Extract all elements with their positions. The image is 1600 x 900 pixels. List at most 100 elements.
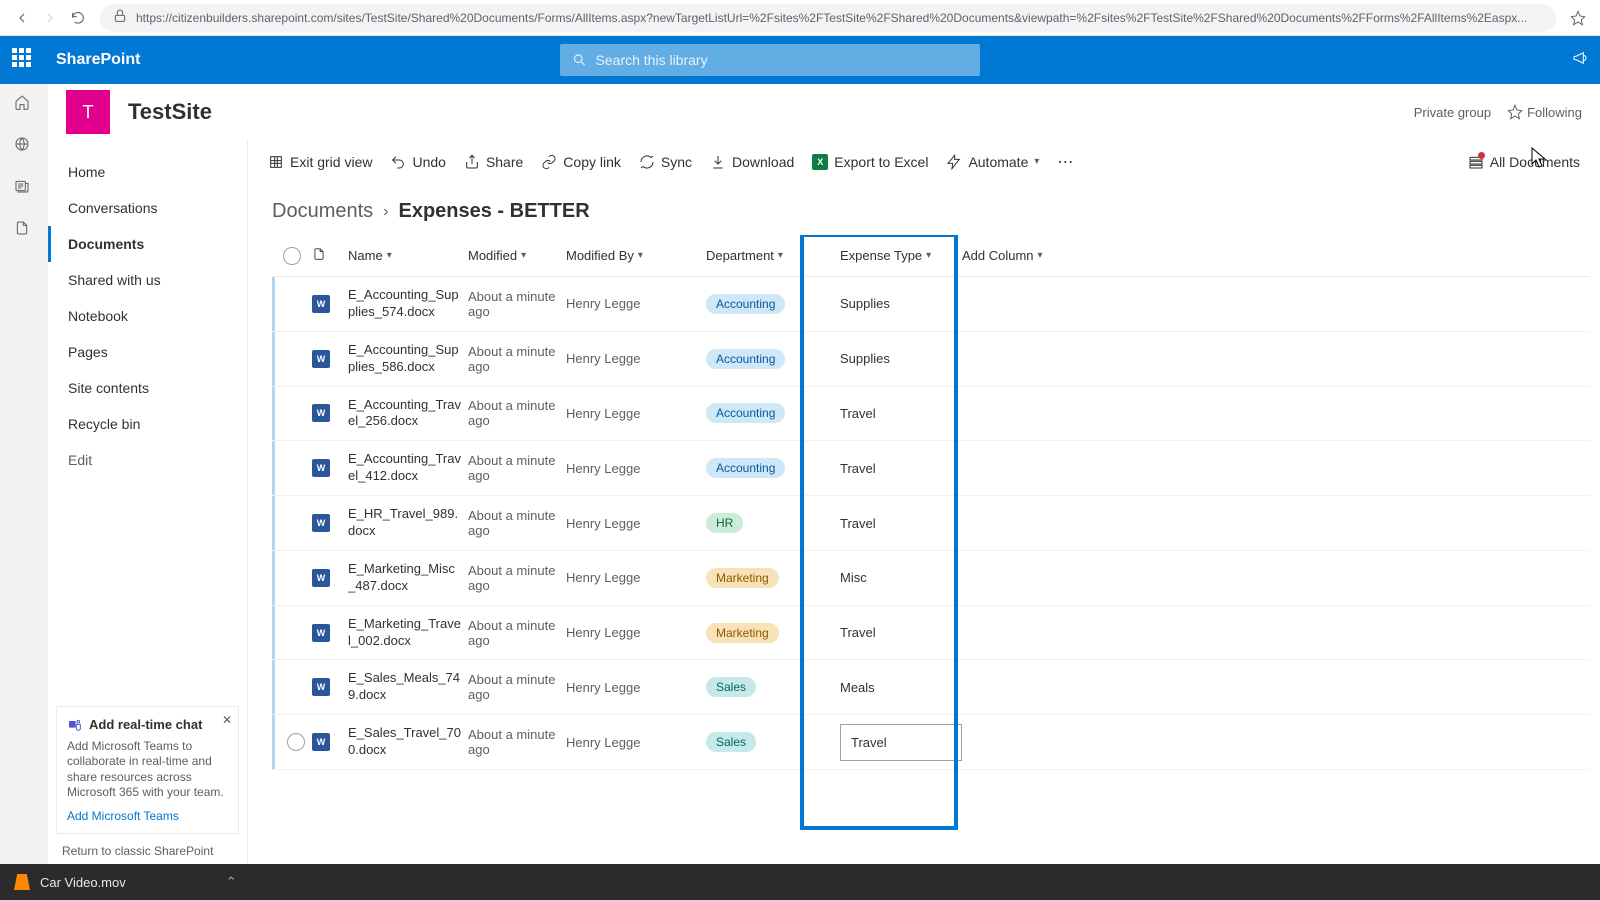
table-row[interactable]: W E_Accounting_Supplies_574.docx About a… xyxy=(272,277,1590,332)
department-cell[interactable]: Marketing xyxy=(706,568,824,588)
expense-type-cell[interactable]: Meals xyxy=(824,680,962,695)
department-cell[interactable]: Accounting xyxy=(706,403,824,423)
select-all-toggle[interactable] xyxy=(272,247,312,265)
modified-by-cell: Henry Legge xyxy=(566,680,706,695)
automate-button[interactable]: Automate▾ xyxy=(946,154,1039,170)
expense-type-cell[interactable]: Travel xyxy=(824,461,962,476)
expense-type-cell[interactable]: Misc xyxy=(824,570,962,585)
expense-type-cell[interactable]: Supplies xyxy=(824,296,962,311)
file-name[interactable]: E_Marketing_Travel_002.docx xyxy=(348,606,468,660)
column-header-name[interactable]: Name▾ xyxy=(348,248,468,263)
copy-link-button[interactable]: Copy link xyxy=(541,154,621,170)
table-row[interactable]: W E_Sales_Travel_700.docx About a minute… xyxy=(272,715,1590,770)
classic-sharepoint-link[interactable]: Return to classic SharePoint xyxy=(62,844,213,858)
expense-type-cell[interactable]: Travel xyxy=(824,724,962,761)
table-row[interactable]: W E_Sales_Meals_749.docx About a minute … xyxy=(272,660,1590,715)
expense-type-cell-editing[interactable]: Travel xyxy=(840,724,962,761)
column-header-modified[interactable]: Modified▾ xyxy=(468,248,566,263)
file-type-column-icon[interactable] xyxy=(312,247,348,264)
expense-type-cell[interactable]: Travel xyxy=(824,625,962,640)
search-input[interactable] xyxy=(596,52,969,68)
file-name[interactable]: E_Sales_Meals_749.docx xyxy=(348,660,468,714)
department-cell[interactable]: Accounting xyxy=(706,294,824,314)
add-teams-link[interactable]: Add Microsoft Teams xyxy=(67,809,228,823)
close-icon[interactable]: ✕ xyxy=(222,713,232,727)
file-name[interactable]: E_Marketing_Misc_487.docx xyxy=(348,551,468,605)
app-launcher-icon[interactable] xyxy=(12,48,36,72)
undo-button[interactable]: Undo xyxy=(390,154,445,170)
sharepoint-brand[interactable]: SharePoint xyxy=(56,51,140,69)
table-row[interactable]: W E_Accounting_Supplies_586.docx About a… xyxy=(272,332,1590,387)
modified-cell: About a minute ago xyxy=(468,618,566,648)
browser-url-bar[interactable]: https://citizenbuilders.sharepoint.com/s… xyxy=(100,4,1556,32)
file-name[interactable]: E_Accounting_Supplies_586.docx xyxy=(348,332,468,386)
share-button[interactable]: Share xyxy=(464,154,523,170)
department-cell[interactable]: Marketing xyxy=(706,623,824,643)
table-row[interactable]: W E_Marketing_Travel_002.docx About a mi… xyxy=(272,606,1590,661)
follow-button[interactable]: Following xyxy=(1507,104,1582,120)
browser-forward-button[interactable] xyxy=(36,4,64,32)
table-row[interactable]: W E_Marketing_Misc_487.docx About a minu… xyxy=(272,551,1590,606)
site-logo[interactable]: T xyxy=(66,90,110,134)
file-type-icon: W xyxy=(312,459,348,477)
file-name[interactable]: E_Accounting_Travel_412.docx xyxy=(348,441,468,495)
column-header-department[interactable]: Department▾ xyxy=(706,248,824,263)
row-select[interactable] xyxy=(279,733,312,751)
browser-back-button[interactable] xyxy=(8,4,36,32)
department-cell[interactable]: Accounting xyxy=(706,458,824,478)
expense-type-cell[interactable]: Travel xyxy=(824,406,962,421)
nav-item-home[interactable]: Home xyxy=(48,154,247,190)
nav-item-shared-with-us[interactable]: Shared with us xyxy=(48,262,247,298)
file-name[interactable]: E_HR_Travel_989.docx xyxy=(348,496,468,550)
modified-cell: About a minute ago xyxy=(468,508,566,538)
export-excel-button[interactable]: XExport to Excel xyxy=(812,154,928,170)
department-cell[interactable]: Accounting xyxy=(706,349,824,369)
file-name[interactable]: E_Sales_Travel_700.docx xyxy=(348,715,468,769)
nav-item-pages[interactable]: Pages xyxy=(48,334,247,370)
grid-header-row: Name▾ Modified▾ Modified By▾ Department▾… xyxy=(272,235,1590,277)
department-cell[interactable]: Sales xyxy=(706,732,824,752)
nav-item-recycle-bin[interactable]: Recycle bin xyxy=(48,406,247,442)
browser-reload-button[interactable] xyxy=(64,4,92,32)
department-cell[interactable]: HR xyxy=(706,513,824,533)
modified-by-cell: Henry Legge xyxy=(566,351,706,366)
more-button[interactable]: ⋯ xyxy=(1057,152,1073,172)
file-name[interactable]: E_Accounting_Supplies_574.docx xyxy=(348,277,468,331)
file-type-icon: W xyxy=(312,678,348,696)
expense-type-cell[interactable]: Travel xyxy=(824,516,962,531)
add-column-button[interactable]: Add Column▾ xyxy=(962,248,1082,263)
download-button[interactable]: Download xyxy=(710,154,794,170)
column-header-modified-by[interactable]: Modified By▾ xyxy=(566,248,706,263)
nav-item-edit[interactable]: Edit xyxy=(48,442,247,478)
chevron-up-icon[interactable]: ⌃ xyxy=(226,874,237,890)
site-name[interactable]: TestSite xyxy=(128,99,212,125)
nav-item-conversations[interactable]: Conversations xyxy=(48,190,247,226)
expense-type-cell[interactable]: Supplies xyxy=(824,351,962,366)
file-type-icon: W xyxy=(312,624,348,642)
chevron-down-icon: ▾ xyxy=(638,250,643,261)
column-header-expense-type[interactable]: Expense Type▾ xyxy=(824,248,962,263)
news-icon[interactable] xyxy=(14,178,34,198)
bookmark-star-icon[interactable] xyxy=(1564,10,1592,26)
modified-by-cell: Henry Legge xyxy=(566,516,706,531)
home-icon[interactable] xyxy=(14,94,34,114)
table-row[interactable]: W E_Accounting_Travel_256.docx About a m… xyxy=(272,387,1590,442)
table-row[interactable]: W E_Accounting_Travel_412.docx About a m… xyxy=(272,441,1590,496)
megaphone-icon[interactable] xyxy=(1572,50,1588,71)
chevron-down-icon: ▾ xyxy=(521,250,526,261)
breadcrumb-root[interactable]: Documents xyxy=(272,200,373,223)
globe-icon[interactable] xyxy=(14,136,34,156)
files-icon[interactable] xyxy=(14,220,34,240)
exit-grid-button[interactable]: Exit grid view xyxy=(268,154,372,170)
taskbar-download-file[interactable]: Car Video.mov xyxy=(40,875,126,890)
nav-item-site-contents[interactable]: Site contents xyxy=(48,370,247,406)
file-name[interactable]: E_Accounting_Travel_256.docx xyxy=(348,387,468,441)
view-selector[interactable]: All Documents xyxy=(1468,154,1580,170)
search-box[interactable] xyxy=(560,44,980,76)
modified-cell: About a minute ago xyxy=(468,453,566,483)
sync-button[interactable]: Sync xyxy=(639,154,692,170)
department-cell[interactable]: Sales xyxy=(706,677,824,697)
nav-item-documents[interactable]: Documents xyxy=(48,226,247,262)
nav-item-notebook[interactable]: Notebook xyxy=(48,298,247,334)
table-row[interactable]: W E_HR_Travel_989.docx About a minute ag… xyxy=(272,496,1590,551)
